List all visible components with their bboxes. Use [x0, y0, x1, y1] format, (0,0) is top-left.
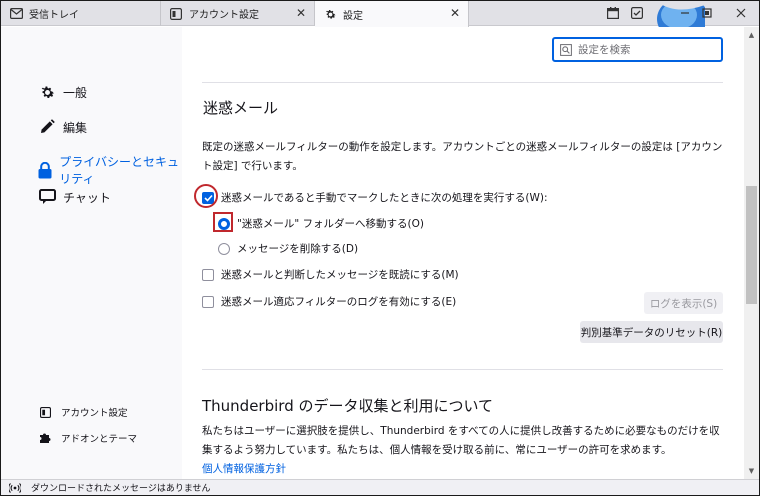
mark-read-label: 迷惑メールと判断したメッセージを既読にする(M) [221, 269, 459, 281]
delete-message-label: メッセージを削除する(D) [237, 243, 359, 255]
mark-read-checkbox[interactable] [202, 268, 214, 281]
sidebar-item-chat[interactable]: チャット [38, 188, 111, 206]
data-collection-title: Thunderbird のデータ収集と利用について [202, 397, 494, 415]
sidebar-item-label: 編集 [63, 120, 88, 135]
close-icon[interactable]: ✕ [450, 6, 460, 20]
pencil-icon [38, 118, 56, 136]
status-text: ダウンロードされたメッセージはありません [31, 484, 211, 494]
settings-main: 設定を検索 迷惑メール 既定の迷惑メールフィルターの動作を設定します。アカウント… [182, 27, 744, 479]
section-divider [202, 82, 723, 83]
tab-label: アカウント設定 [189, 10, 259, 21]
account-settings-icon [169, 7, 183, 21]
sidebar-account-settings[interactable]: アカウント設定 [38, 405, 128, 419]
chat-bubble-icon [38, 188, 56, 206]
junk-section-title: 迷惑メール [203, 99, 279, 117]
mark-read-checkbox-row[interactable]: 迷惑メールと判断したメッセージを既読にする(M) [202, 267, 459, 282]
search-input[interactable]: 設定を検索 [552, 37, 723, 62]
status-bar: ダウンロードされたメッセージはありません [1, 479, 759, 495]
sidebar-item-general[interactable]: 一般 [38, 83, 87, 101]
show-log-button[interactable]: ログを表示(S) [644, 292, 723, 314]
data-collection-description: 私たちはユーザーに選択肢を提供し、Thunderbird をすべての人に提供し改… [202, 425, 720, 456]
enable-log-label: 迷惑メール適応フィルターのログを有効にする(E) [221, 296, 457, 308]
delete-message-radio-row[interactable]: メッセージを削除する(D) [218, 241, 358, 256]
settings-sidebar: 一般 編集 プライバシーとセキュリティ チャット アカウント設定 アドオンとテー… [1, 27, 182, 479]
puzzle-piece-icon [38, 431, 52, 445]
enable-log-checkbox-row[interactable]: 迷惑メール適応フィルターのログを有効にする(E) [202, 294, 456, 309]
tab-label: 受信トレイ [29, 10, 79, 21]
minimize-icon[interactable] [677, 5, 693, 21]
manual-mark-checkbox-row[interactable]: 迷惑メールであると手動でマークしたときに次の処理を実行する(W): [202, 190, 548, 205]
delete-message-radio[interactable] [218, 242, 230, 255]
tab-inbox[interactable]: 受信トレイ [1, 1, 161, 26]
tab-settings[interactable]: 設定 ✕ [315, 1, 469, 27]
sidebar-item-composition[interactable]: 編集 [38, 118, 87, 136]
window-close-icon[interactable] [733, 5, 749, 21]
tab-bar: 受信トレイ アカウント設定 ✕ 設定 ✕ [1, 1, 759, 31]
scrollbar-thumb[interactable] [746, 186, 757, 304]
thunderbird-window: 受信トレイ アカウント設定 ✕ 設定 ✕ 一般 編集 プライバシーとセキュリティ… [0, 0, 760, 496]
enable-log-checkbox[interactable] [202, 295, 214, 308]
tasks-icon[interactable] [629, 5, 645, 21]
close-icon[interactable]: ✕ [296, 6, 306, 20]
search-placeholder: 設定を検索 [578, 44, 631, 56]
section-divider [202, 369, 723, 370]
sidebar-item-privacy-security[interactable]: プライバシーとセキュリティ [38, 153, 182, 187]
tab-label: 設定 [343, 10, 363, 22]
mail-icon [9, 7, 23, 21]
online-status-icon[interactable] [9, 482, 21, 494]
gear-icon [323, 7, 337, 21]
sidebar-item-label: アドオンとテーマ [61, 434, 138, 445]
checkbox-highlight-circle [194, 184, 218, 208]
scroll-down-arrow-icon[interactable]: ▼ [744, 464, 759, 478]
junk-description: 既定の迷惑メールフィルターの動作を設定します。アカウントごとの迷惑メールフィルタ… [202, 141, 723, 172]
move-to-junk-radio-row[interactable]: "迷惑メール" フォルダーへ移動する(O) [218, 216, 424, 231]
manual-mark-label: 迷惑メールであると手動でマークしたときに次の処理を実行する(W): [221, 192, 548, 204]
account-settings-icon [38, 405, 52, 419]
sidebar-item-label: プライバシーとセキュリティ [59, 155, 180, 186]
sidebar-addons-themes[interactable]: アドオンとテーマ [38, 431, 137, 445]
sidebar-item-label: アカウント設定 [61, 408, 128, 419]
tab-account-settings[interactable]: アカウント設定 ✕ [161, 1, 315, 26]
lock-icon [38, 161, 52, 179]
sidebar-item-label: チャット [63, 190, 111, 205]
calendar-icon[interactable] [605, 5, 621, 21]
move-to-junk-label: "迷惑メール" フォルダーへ移動する(O) [237, 218, 424, 230]
reset-training-data-button[interactable]: 判別基準データのリセット(R) [580, 321, 723, 343]
privacy-policy-link[interactable]: 個人情報保護方針 [202, 461, 286, 476]
maximize-icon[interactable] [699, 5, 715, 21]
scroll-up-arrow-icon[interactable]: ▲ [744, 28, 759, 42]
search-icon [560, 43, 574, 57]
radio-highlight-box [213, 212, 233, 232]
gear-icon [38, 83, 56, 101]
sidebar-item-label: 一般 [63, 85, 88, 100]
